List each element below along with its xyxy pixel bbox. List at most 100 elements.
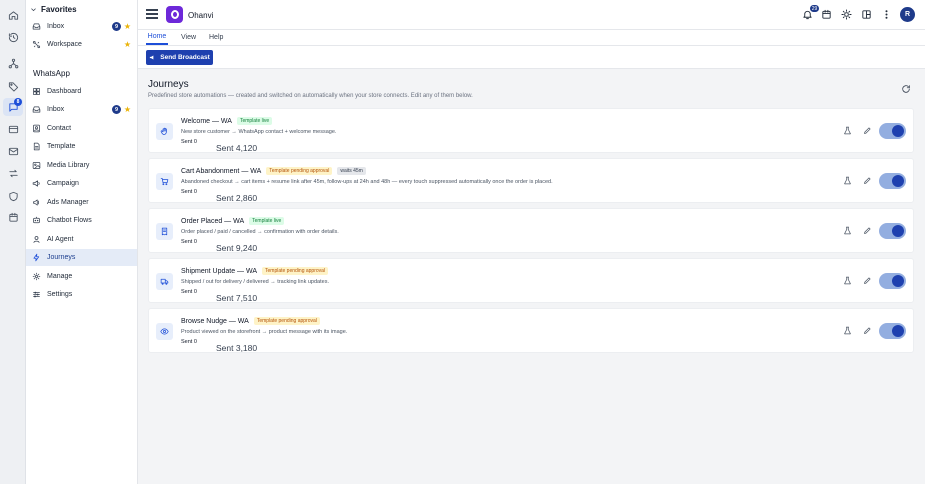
- flask-icon[interactable]: [843, 176, 852, 185]
- tab-help[interactable]: Help: [209, 30, 223, 45]
- tag-icon[interactable]: [3, 77, 23, 95]
- journey-title-row: Welcome — WA Template live: [181, 117, 273, 125]
- sidebar-item-ai-agent[interactable]: AI Agent: [26, 231, 137, 248]
- journey-card: Welcome — WA Template live New store cus…: [148, 108, 914, 153]
- wait-badge: waits 45m: [337, 167, 366, 175]
- status-badge: Template live: [249, 217, 285, 225]
- sidebar-item-label: Manage: [47, 273, 73, 280]
- edit-icon[interactable]: [863, 326, 872, 335]
- journey-toggle[interactable]: [879, 173, 906, 189]
- section-title: WhatsApp: [33, 69, 70, 78]
- receipt-icon: [156, 223, 173, 240]
- journey-description: New store customer → WhatsApp contact + …: [181, 129, 337, 135]
- page-title: Journeys: [148, 79, 189, 90]
- sidebar-item-template[interactable]: Template: [26, 138, 137, 155]
- journey-toggle[interactable]: [879, 323, 906, 339]
- tab-home[interactable]: Home: [146, 30, 168, 45]
- journey-sent-zero: Sent 0: [181, 139, 197, 145]
- sidebar: Favorites Inbox 9 ★ Workspace ★ WhatsApp…: [26, 0, 138, 484]
- sidebar-item-contact[interactable]: Contact: [26, 120, 137, 137]
- main-content: Journeys Predefined store automations — …: [138, 69, 925, 484]
- workspace-icon: [32, 40, 41, 49]
- sidebar-item-label: Media Library: [47, 162, 90, 169]
- journey-sent-count: Sent 9,240: [216, 243, 258, 253]
- sidebar-item-media-library[interactable]: Media Library: [26, 157, 137, 174]
- edit-icon[interactable]: [863, 126, 872, 135]
- sun-icon[interactable]: [840, 8, 853, 21]
- mail-icon[interactable]: [3, 142, 23, 160]
- flask-icon[interactable]: [843, 226, 852, 235]
- favorites-header[interactable]: Favorites: [30, 5, 77, 14]
- chat-badge: 8: [14, 98, 22, 106]
- edit-icon[interactable]: [863, 176, 872, 185]
- history-icon[interactable]: [3, 28, 23, 46]
- eye-icon: [156, 323, 173, 340]
- journey-card: Shipment Update — WA Template pending ap…: [148, 258, 914, 303]
- shield-icon[interactable]: [3, 187, 23, 205]
- journey-title-row: Cart Abandonment — WA Template pending a…: [181, 167, 366, 175]
- journey-toggle[interactable]: [879, 273, 906, 289]
- journey-toggle[interactable]: [879, 123, 906, 139]
- tab-view[interactable]: View: [181, 30, 196, 45]
- calendar-icon[interactable]: [3, 208, 23, 226]
- status-badge: Template pending approval: [253, 317, 320, 325]
- sidebar-item-dashboard[interactable]: Dashboard: [26, 83, 137, 100]
- sidebar-item-inbox[interactable]: Inbox 9 ★: [26, 101, 137, 118]
- calendar-icon[interactable]: [820, 8, 833, 21]
- favorite-item-workspace[interactable]: Workspace ★: [26, 36, 137, 53]
- chat-icon[interactable]: 8: [3, 98, 23, 116]
- sidebar-item-settings[interactable]: Settings: [26, 286, 137, 303]
- sidebar-item-label: AI Agent: [47, 236, 74, 243]
- sidebar-item-label: Journeys: [47, 254, 76, 261]
- contact-icon: [33, 124, 40, 133]
- credit-card-icon[interactable]: [3, 120, 23, 138]
- journey-title-row: Shipment Update — WA Template pending ap…: [181, 267, 329, 275]
- star-icon[interactable]: ★: [124, 105, 131, 114]
- sidebar-item-journeys[interactable]: Journeys: [26, 249, 137, 266]
- journey-sent-count: Sent 4,120: [216, 143, 258, 153]
- star-icon[interactable]: ★: [124, 22, 131, 31]
- flask-icon[interactable]: [843, 276, 852, 285]
- sidebar-item-label: Contact: [47, 125, 72, 132]
- avatar[interactable]: R: [900, 7, 915, 22]
- sidebar-item-label: Ads Manager: [47, 199, 89, 206]
- ribbon-tabs: Home View Help: [138, 30, 925, 46]
- ai-agent-icon: [33, 236, 40, 243]
- star-icon[interactable]: ★: [124, 40, 131, 49]
- journey-toggle[interactable]: [879, 223, 906, 239]
- transfer-icon[interactable]: [3, 164, 23, 182]
- sidebar-item-ads-manager[interactable]: Ads Manager: [26, 194, 137, 211]
- inbox-count-badge: 9: [112, 105, 121, 114]
- more-vertical-icon[interactable]: [880, 8, 893, 21]
- layout-icon[interactable]: [860, 8, 873, 21]
- favorite-item-inbox[interactable]: Inbox 9 ★: [26, 18, 137, 35]
- inbox-count-badge: 9: [112, 22, 121, 31]
- flask-icon[interactable]: [843, 126, 852, 135]
- hierarchy-icon[interactable]: [3, 54, 23, 72]
- chatbot-icon: [33, 216, 40, 224]
- edit-icon[interactable]: [863, 276, 872, 285]
- cart-icon: [156, 173, 173, 190]
- dashboard-icon: [33, 88, 40, 95]
- send-broadcast-button[interactable]: Send Broadcast: [146, 50, 213, 65]
- journey-description: Shipped / out for delivery / delivered →…: [181, 279, 329, 285]
- ads-icon: [33, 199, 39, 206]
- home-icon[interactable]: [3, 6, 23, 24]
- sidebar-item-chatbot-flows[interactable]: Chatbot Flows: [26, 212, 137, 229]
- sidebar-item-label: Inbox: [47, 23, 65, 30]
- bell-icon[interactable]: 29: [801, 5, 819, 21]
- sidebar-item-campaign[interactable]: Campaign: [26, 175, 137, 192]
- edit-icon[interactable]: [863, 226, 872, 235]
- journey-sent-zero: Sent 0: [181, 189, 197, 195]
- sidebar-item-manage[interactable]: Manage: [26, 268, 137, 285]
- status-badge: Template pending approval: [262, 267, 329, 275]
- image-icon: [32, 162, 41, 169]
- journey-title: Cart Abandonment — WA: [181, 167, 262, 175]
- menu-icon[interactable]: [146, 9, 158, 21]
- sidebar-item-label: Workspace: [47, 41, 82, 48]
- notification-count: 29: [810, 5, 819, 12]
- flask-icon[interactable]: [843, 326, 852, 335]
- gear-icon: [32, 272, 41, 281]
- refresh-icon[interactable]: [901, 84, 911, 94]
- status-badge: Template live: [236, 117, 273, 125]
